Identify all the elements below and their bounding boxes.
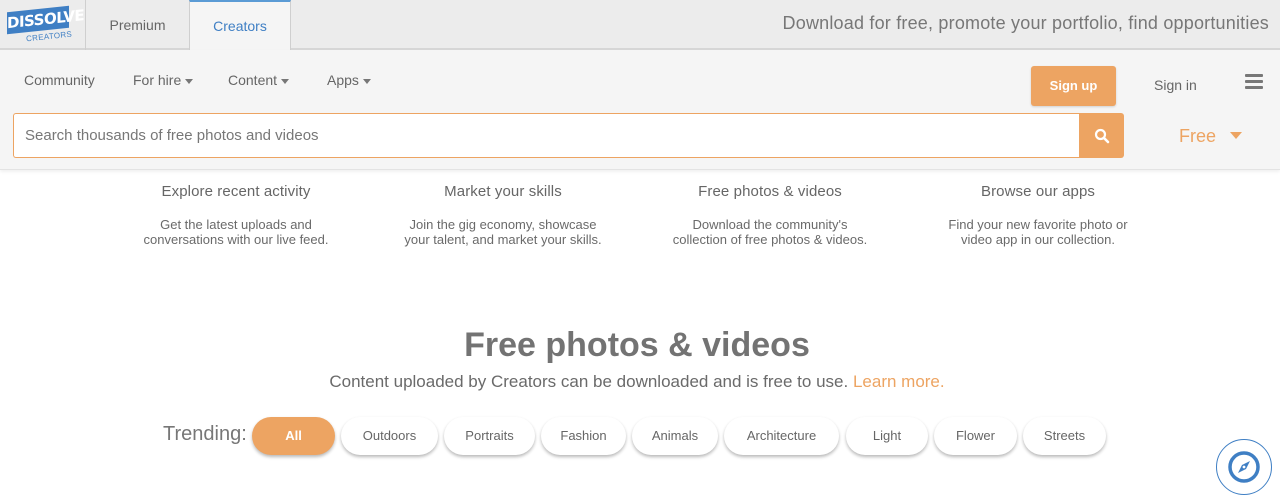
tab-premium[interactable]: Premium — [85, 0, 189, 50]
sign-up-button[interactable]: Sign up — [1031, 66, 1116, 106]
trending-pill-animals[interactable]: Animals — [632, 417, 718, 455]
hero-subtitle: Content uploaded by Creators can be down… — [0, 372, 1274, 392]
feature-description-line: collection of free photos & videos. — [672, 232, 868, 247]
compass-icon — [1228, 451, 1260, 483]
feature-title: Browse our apps — [980, 183, 1096, 200]
nav-item-label: Community — [24, 72, 95, 88]
nav-item-apps[interactable]: Apps — [327, 72, 371, 88]
trending-pill-outdoors[interactable]: Outdoors — [341, 417, 438, 455]
explore-button[interactable] — [1216, 439, 1272, 495]
top-bar: DISSOLVE CREATORS Premium Creators Downl… — [0, 0, 1280, 50]
trending-pill-fashion[interactable]: Fashion — [541, 417, 626, 455]
feature-explore-activity[interactable]: Explore recent activity Get the latest u… — [96, 183, 376, 247]
feature-description-line: conversations with our live feed. — [143, 232, 329, 247]
tagline: Download for free, promote your portfoli… — [782, 13, 1269, 33]
hero-subtitle-text: Content uploaded by Creators can be down… — [329, 372, 849, 391]
trending-label: Trending: — [163, 423, 247, 445]
feature-title: Free photos & videos — [698, 183, 842, 200]
caret-down-icon — [281, 78, 290, 84]
nav-item-label: For hire — [133, 72, 182, 88]
caret-down-icon[interactable] — [1230, 132, 1242, 139]
search-button[interactable] — [1079, 113, 1124, 158]
nav-item-label: Apps — [327, 72, 359, 88]
feature-title: Explore recent activity — [161, 183, 311, 200]
feature-free-photos[interactable]: Free photos & videos Download the commun… — [630, 183, 910, 247]
feature-description-line: Find your new favorite photo or — [948, 217, 1128, 232]
trending-pill-all[interactable]: All — [252, 417, 335, 455]
search-field[interactable] — [13, 113, 1079, 158]
nav-item-content[interactable]: Content — [228, 72, 290, 88]
nav-area: Community For hire Content Apps Sign up … — [0, 50, 1280, 170]
feature-description-line: video app in our collection. — [961, 232, 1115, 247]
feature-description-line: your talent, and market your skills. — [404, 232, 602, 247]
trending-pill-portraits[interactable]: Portraits — [444, 417, 535, 455]
trending-pill-architecture[interactable]: Architecture — [724, 417, 839, 455]
feature-title: Market your skills — [444, 183, 562, 200]
nav-item-for-hire[interactable]: For hire — [133, 72, 194, 88]
feature-description-line: Get the latest uploads and — [160, 217, 312, 232]
logo-subtitle: CREATORS — [25, 29, 73, 44]
caret-down-icon — [362, 78, 371, 84]
search-icon — [1094, 128, 1109, 143]
license-filter-select[interactable]: Free — [1179, 126, 1216, 147]
nav-item-community[interactable]: Community — [24, 72, 95, 88]
dissolve-logo[interactable]: DISSOLVE CREATORS — [0, 0, 86, 48]
sign-in-link[interactable]: Sign in — [1154, 77, 1197, 93]
search-input[interactable] — [25, 114, 1079, 157]
trending-pill-flower[interactable]: Flower — [934, 417, 1017, 455]
feature-description-line: Download the community's — [692, 217, 848, 232]
feature-browse-apps[interactable]: Browse our apps Find your new favorite p… — [898, 183, 1178, 247]
hero-title: Free photos & videos — [464, 326, 810, 364]
caret-down-icon — [185, 78, 194, 84]
tab-creators[interactable]: Creators — [189, 0, 291, 50]
feature-market-skills[interactable]: Market your skills Join the gig economy,… — [363, 183, 643, 247]
trending-pill-light[interactable]: Light — [846, 417, 928, 455]
feature-description-line: Join the gig economy, showcase — [409, 217, 597, 232]
trending-pill-streets[interactable]: Streets — [1023, 417, 1106, 455]
nav-item-label: Content — [228, 72, 278, 88]
hamburger-icon[interactable] — [1245, 74, 1263, 89]
learn-more-link[interactable]: Learn more. — [853, 372, 945, 391]
